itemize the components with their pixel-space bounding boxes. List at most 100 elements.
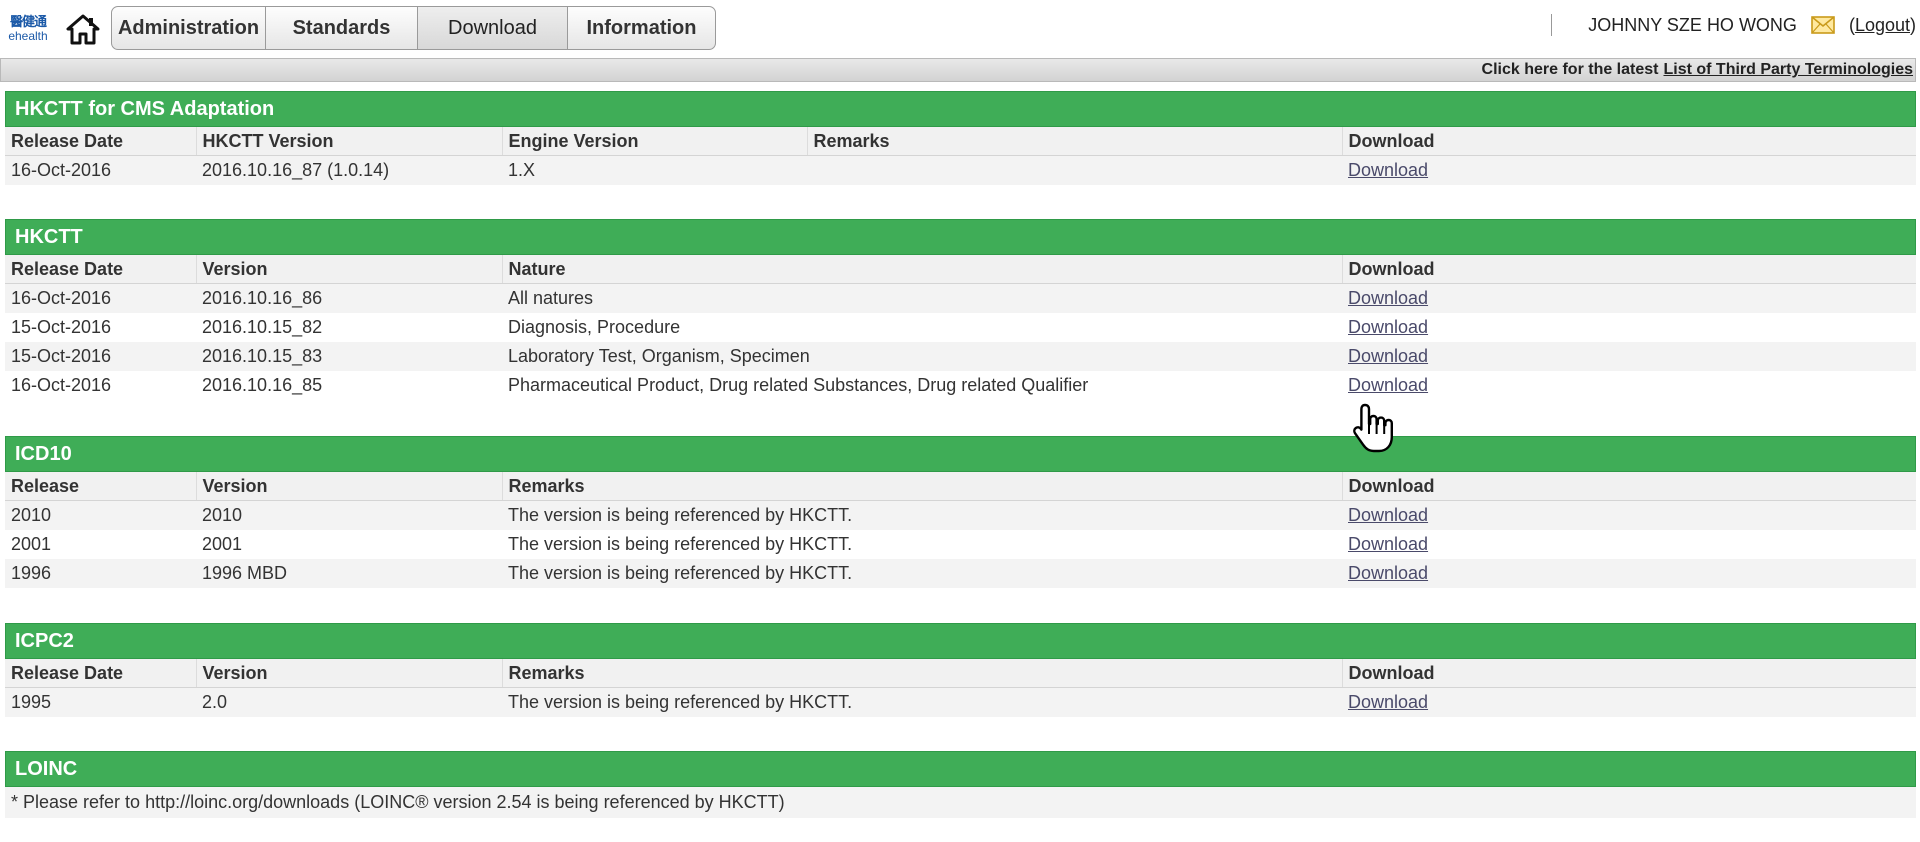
mail-icon: [1811, 16, 1835, 34]
download-cell: Download: [1342, 559, 1916, 588]
download-link[interactable]: Download: [1348, 288, 1428, 308]
column-header: Version: [196, 255, 503, 284]
version: 1996 MBD: [196, 559, 502, 588]
nature: Pharmaceutical Product, Drug related Sub…: [502, 371, 1342, 400]
download-link[interactable]: Download: [1348, 692, 1428, 712]
nature: Laboratory Test, Organism, Specimen: [502, 342, 1342, 371]
column-header: Remarks: [502, 659, 1343, 688]
section-title: HKCTT for CMS Adaptation: [5, 91, 1916, 127]
section-title: HKCTT: [5, 219, 1916, 255]
tab-label: Information: [586, 16, 697, 39]
column-header: Nature: [502, 255, 1343, 284]
version: 2.0: [196, 687, 502, 717]
version: 2010: [196, 500, 502, 530]
table-header-row: Release Date Version Nature Download: [5, 255, 1916, 284]
tab-label: Download: [448, 16, 537, 39]
tab-download[interactable]: Download: [418, 7, 568, 49]
column-header: Download: [1342, 472, 1916, 501]
table-row: 16-Oct-2016 2016.10.16_85 Pharmaceutical…: [5, 371, 1916, 400]
column-header: Release Date: [5, 255, 197, 284]
download-cell: Download: [1342, 155, 1916, 185]
info-text: Click here for the latest: [1481, 61, 1659, 78]
column-header: Download: [1342, 659, 1916, 688]
hkctt-table: Release Date Version Nature Download 16-…: [5, 255, 1916, 400]
loinc-table: * Please refer to http://loinc.org/downl…: [5, 787, 1916, 818]
ehealth-logo: 醫健通 ehealth: [3, 8, 53, 48]
table-row: 15-Oct-2016 2016.10.15_83 Laboratory Tes…: [5, 342, 1916, 371]
cms-table: Release Date HKCTT Version Engine Versio…: [5, 127, 1916, 185]
release: 2001: [5, 530, 196, 559]
table-row: 16-Oct-2016 2016.10.16_87 (1.0.14) 1.X D…: [5, 155, 1916, 185]
table-row: 2001 2001 The version is being reference…: [5, 530, 1916, 559]
tab-standards[interactable]: Standards: [266, 7, 418, 49]
hand-pointer-icon: [1353, 403, 1393, 453]
divider: [1551, 14, 1553, 36]
version: 2016.10.16_85: [196, 371, 502, 400]
info-strip: Click here for the latest List of Third …: [0, 58, 1916, 82]
main-nav-tabs: Administration Standards Download Inform…: [111, 6, 716, 50]
logo-chinese-text: 醫健通: [9, 13, 47, 29]
table-row: 15-Oct-2016 2016.10.15_82 Diagnosis, Pro…: [5, 313, 1916, 342]
release: 2010: [5, 500, 196, 530]
download-link[interactable]: Download: [1348, 563, 1428, 583]
download-link[interactable]: Download: [1348, 317, 1428, 337]
logout-wrapper: (Logout): [1849, 15, 1916, 36]
column-header: Engine Version: [502, 127, 808, 156]
release: 1996: [5, 559, 196, 588]
mail-button[interactable]: [1811, 16, 1835, 34]
download-cell: Download: [1342, 500, 1916, 530]
logout-link[interactable]: Logout: [1855, 15, 1910, 35]
release-date: 1995: [5, 687, 196, 717]
hkctt-version: 2016.10.16_87 (1.0.14): [196, 155, 502, 185]
release-date: 16-Oct-2016: [5, 283, 196, 313]
table-row: 1995 2.0 The version is being referenced…: [5, 687, 1916, 717]
download-cell: Download: [1342, 371, 1916, 400]
loinc-note: * Please refer to http://loinc.org/downl…: [5, 787, 1916, 818]
table-row: * Please refer to http://loinc.org/downl…: [5, 787, 1916, 818]
icd10-table: Release Version Remarks Download 2010 20…: [5, 472, 1916, 588]
version: 2016.10.15_83: [196, 342, 502, 371]
download-link[interactable]: Download: [1348, 160, 1428, 180]
version: 2001: [196, 530, 502, 559]
remarks: The version is being referenced by HKCTT…: [502, 500, 1342, 530]
icpc2-table: Release Date Version Remarks Download 19…: [5, 659, 1916, 717]
user-name: JOHNNY SZE HO WONG: [1588, 14, 1797, 35]
release-date: 16-Oct-2016: [5, 371, 196, 400]
home-button[interactable]: [63, 10, 103, 48]
download-link[interactable]: Download: [1348, 375, 1428, 395]
nature: All natures: [502, 283, 1342, 313]
logo-text: ehealth: [8, 28, 48, 43]
third-party-terminologies-link[interactable]: List of Third Party Terminologies: [1663, 61, 1913, 79]
column-header: Download: [1342, 255, 1916, 284]
table-row: 2010 2010 The version is being reference…: [5, 500, 1916, 530]
section-icd10: ICD10 Release Version Remarks Download 2…: [5, 436, 1916, 588]
version: 2016.10.16_86: [196, 283, 502, 313]
column-header: Download: [1342, 127, 1916, 156]
tab-label: Administration: [117, 16, 260, 39]
download-link[interactable]: Download: [1348, 534, 1428, 554]
logout-paren-close: ): [1910, 14, 1916, 35]
tab-administration[interactable]: Administration: [112, 7, 266, 49]
column-header: Release Date: [5, 127, 197, 156]
release-date: 15-Oct-2016: [5, 342, 196, 371]
column-header: Remarks: [502, 472, 1343, 501]
tab-information[interactable]: Information: [568, 7, 715, 49]
user-area: JOHNNY SZE HO WONG (Logout): [1551, 12, 1916, 38]
column-header: Version: [196, 472, 503, 501]
section-title: LOINC: [5, 751, 1916, 787]
table-header-row: Release Version Remarks Download: [5, 472, 1916, 501]
download-cell: Download: [1342, 283, 1916, 313]
section-hkctt: HKCTT Release Date Version Nature Downlo…: [5, 219, 1916, 400]
remarks: The version is being referenced by HKCTT…: [502, 559, 1342, 588]
section-loinc: LOINC * Please refer to http://loinc.org…: [5, 751, 1916, 818]
table-row: 1996 1996 MBD The version is being refer…: [5, 559, 1916, 588]
download-link[interactable]: Download: [1348, 346, 1428, 366]
tab-label: Standards: [292, 16, 391, 39]
column-header: Version: [196, 659, 503, 688]
section-cms-adaptation: HKCTT for CMS Adaptation Release Date HK…: [5, 91, 1916, 185]
download-link[interactable]: Download: [1348, 505, 1428, 525]
table-header-row: Release Date Version Remarks Download: [5, 659, 1916, 688]
column-header: Release Date: [5, 659, 197, 688]
table-row: 16-Oct-2016 2016.10.16_86 All natures Do…: [5, 283, 1916, 313]
section-title: ICPC2: [5, 623, 1916, 659]
